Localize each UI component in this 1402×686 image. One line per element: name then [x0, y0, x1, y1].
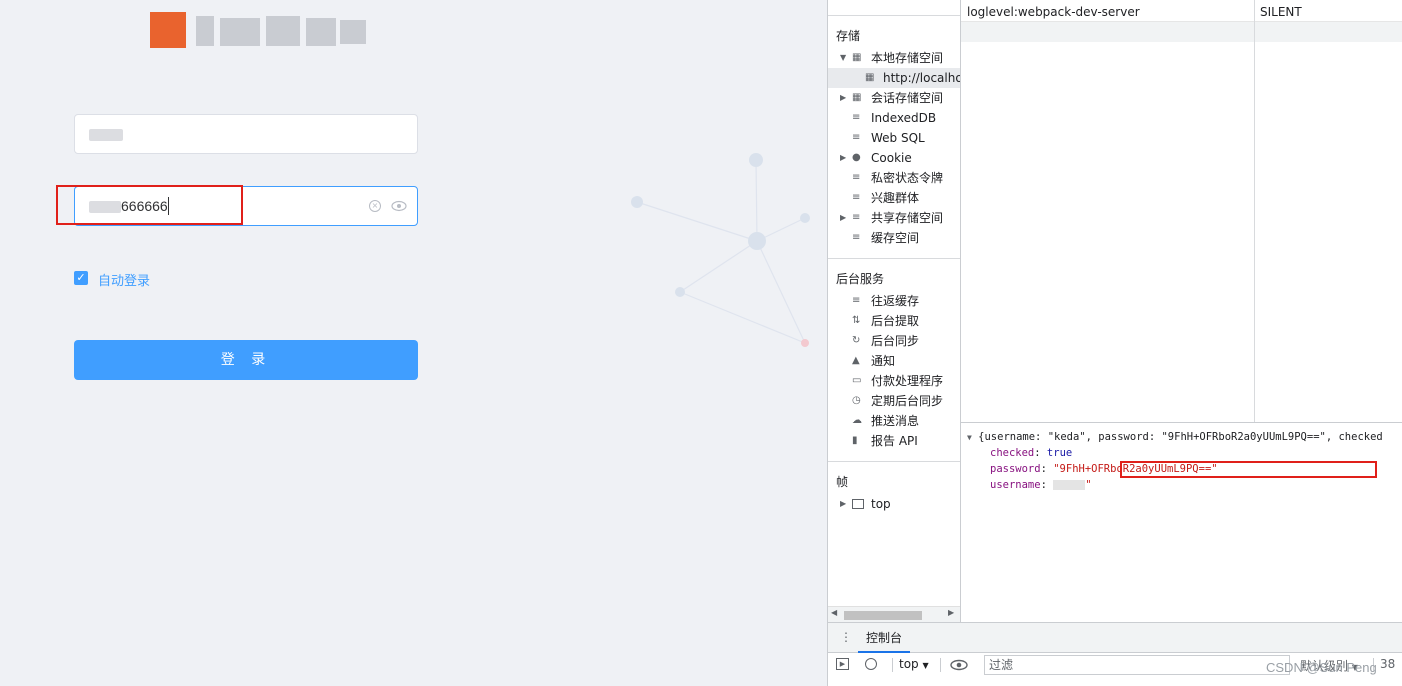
storage-table: loglevel:webpack-dev-server SILENT	[961, 0, 1402, 422]
clear-console-icon[interactable]	[865, 658, 877, 670]
background-network-graphic	[631, 153, 810, 347]
sidebar-toggle-icon[interactable]: ▶	[836, 658, 849, 670]
frames-header: 帧	[836, 475, 849, 489]
sidebar-item-session-storage[interactable]: ▶ ▦ 会话存储空间	[828, 88, 960, 108]
sidebar-item-interest-groups[interactable]: ≡ 兴趣群体	[828, 188, 960, 208]
tab-console[interactable]: 控制台	[858, 623, 911, 653]
password-highlight-box	[56, 185, 243, 225]
sidebar-item-notifications[interactable]: ▲ 通知	[828, 351, 960, 371]
filter-input[interactable]: 过滤	[984, 655, 1290, 675]
sidebar-item-websql[interactable]: ≡ Web SQL	[828, 128, 960, 148]
database-icon: ≡	[852, 232, 861, 243]
application-sidebar: 存储 ▼ ▦ 本地存储空间 ▦ http://localhos ▶ ▦ 会话存储…	[828, 0, 961, 622]
sidebar-item-local-storage[interactable]: ▼ ▦ 本地存储空间	[828, 48, 960, 68]
cloud-icon: ☁	[852, 415, 862, 426]
table-cell-value: SILENT	[1260, 5, 1302, 19]
sync-icon: ↻	[852, 335, 861, 346]
sidebar-item-push-messaging[interactable]: ☁ 推送消息	[828, 411, 960, 431]
remember-label[interactable]: 自动登录	[98, 270, 150, 289]
sidebar-item-background-fetch[interactable]: ⇅ 后台提取	[828, 311, 960, 331]
value-preview: ▼ {username: "keda", password: "9FhH+OFR…	[961, 422, 1402, 622]
expand-right-icon[interactable]: ▶	[840, 148, 846, 168]
sidebar-item-bfcache[interactable]: ≡ 往返缓存	[828, 291, 960, 311]
sidebar-item-localhost[interactable]: ▦ http://localhos	[828, 68, 960, 88]
username-value-redacted	[89, 129, 123, 141]
database-icon: ≡	[852, 132, 861, 143]
more-options-icon[interactable]: ⋮	[840, 630, 852, 644]
database-icon: ≡	[852, 172, 861, 183]
sidebar-item-frame-top[interactable]: ▶ top	[828, 494, 960, 514]
document-icon: ▮	[852, 435, 858, 446]
login-button[interactable]: 登 录	[74, 340, 418, 380]
expand-right-icon[interactable]: ▶	[840, 88, 846, 108]
sidebar-item-indexeddb[interactable]: ≡ IndexedDB	[828, 108, 960, 128]
cookie-icon: ●	[852, 152, 861, 163]
table-row-empty	[961, 22, 1402, 42]
expand-right-icon[interactable]: ▶	[840, 494, 846, 514]
grid-icon: ▦	[852, 92, 862, 103]
expand-down-icon[interactable]: ▼	[967, 433, 972, 442]
property-checked: checked: true	[990, 447, 1073, 459]
object-summary-line[interactable]: ▼ {username: "keda", password: "9FhH+OFR…	[967, 431, 1383, 443]
property-username: username: "	[990, 479, 1092, 491]
drawer-tabs: ⋮ 控制台	[828, 623, 1402, 653]
bell-icon: ▲	[852, 355, 860, 366]
card-icon: ▭	[852, 375, 862, 386]
password-highlight-box	[1120, 461, 1377, 478]
table-row[interactable]: loglevel:webpack-dev-server SILENT	[961, 0, 1402, 22]
username-value-redacted	[1053, 480, 1086, 490]
logo	[140, 10, 370, 54]
clock-icon: ◷	[852, 395, 861, 406]
window-icon	[852, 499, 864, 509]
username-input[interactable]	[74, 114, 418, 154]
sidebar-item-shared-storage[interactable]: ▶ ≡ 共享存储空间	[828, 208, 960, 228]
database-icon: ≡	[852, 112, 861, 123]
sidebar-item-payment-handler[interactable]: ▭ 付款处理程序	[828, 371, 960, 391]
sidebar-item-background-sync[interactable]: ↻ 后台同步	[828, 331, 960, 351]
console-drawer: ⋮ 控制台 ▶ top ▼ 过滤 默认级别 ▼ 38	[828, 622, 1402, 686]
devtools-panel: 存储 ▼ ▦ 本地存储空间 ▦ http://localhos ▶ ▦ 会话存储…	[827, 0, 1402, 686]
database-icon: ≡	[852, 192, 861, 203]
storage-section-header: 存储	[836, 29, 861, 43]
column-divider	[1254, 0, 1255, 422]
sidebar-item-reporting-api[interactable]: ▮ 报告 API	[828, 431, 960, 451]
context-select[interactable]: top ▼	[899, 657, 929, 671]
login-page: 666666 × ✓ 自动登录 登 录	[0, 0, 827, 686]
fetch-arrows-icon: ⇅	[852, 315, 861, 326]
scrollbar-thumb[interactable]	[844, 611, 922, 620]
database-icon: ≡	[852, 212, 861, 223]
issues-count[interactable]: 38	[1380, 657, 1395, 671]
sidebar-item-private-state-tokens[interactable]: ≡ 私密状态令牌	[828, 168, 960, 188]
eye-icon[interactable]	[391, 199, 407, 213]
expand-right-icon[interactable]: ▶	[840, 208, 846, 228]
database-icon: ≡	[852, 295, 861, 306]
sidebar-item-periodic-sync[interactable]: ◷ 定期后台同步	[828, 391, 960, 411]
remember-checkbox[interactable]: ✓	[74, 271, 88, 285]
eye-icon[interactable]	[950, 659, 968, 671]
sidebar-item-cookie[interactable]: ▶ ● Cookie	[828, 148, 960, 168]
grid-icon: ▦	[852, 52, 862, 63]
expand-down-icon[interactable]: ▼	[840, 48, 846, 68]
grid-icon: ▦	[865, 72, 875, 83]
sidebar-item-cache-storage[interactable]: ≡ 缓存空间	[828, 228, 960, 248]
watermark: CSDN @Sun Peng	[1266, 660, 1377, 675]
sidebar-horizontal-scrollbar[interactable]: ◀ ▶	[828, 606, 960, 622]
table-cell-key: loglevel:webpack-dev-server	[967, 5, 1140, 19]
clear-icon[interactable]: ×	[369, 200, 381, 212]
background-services-header: 后台服务	[836, 272, 885, 286]
